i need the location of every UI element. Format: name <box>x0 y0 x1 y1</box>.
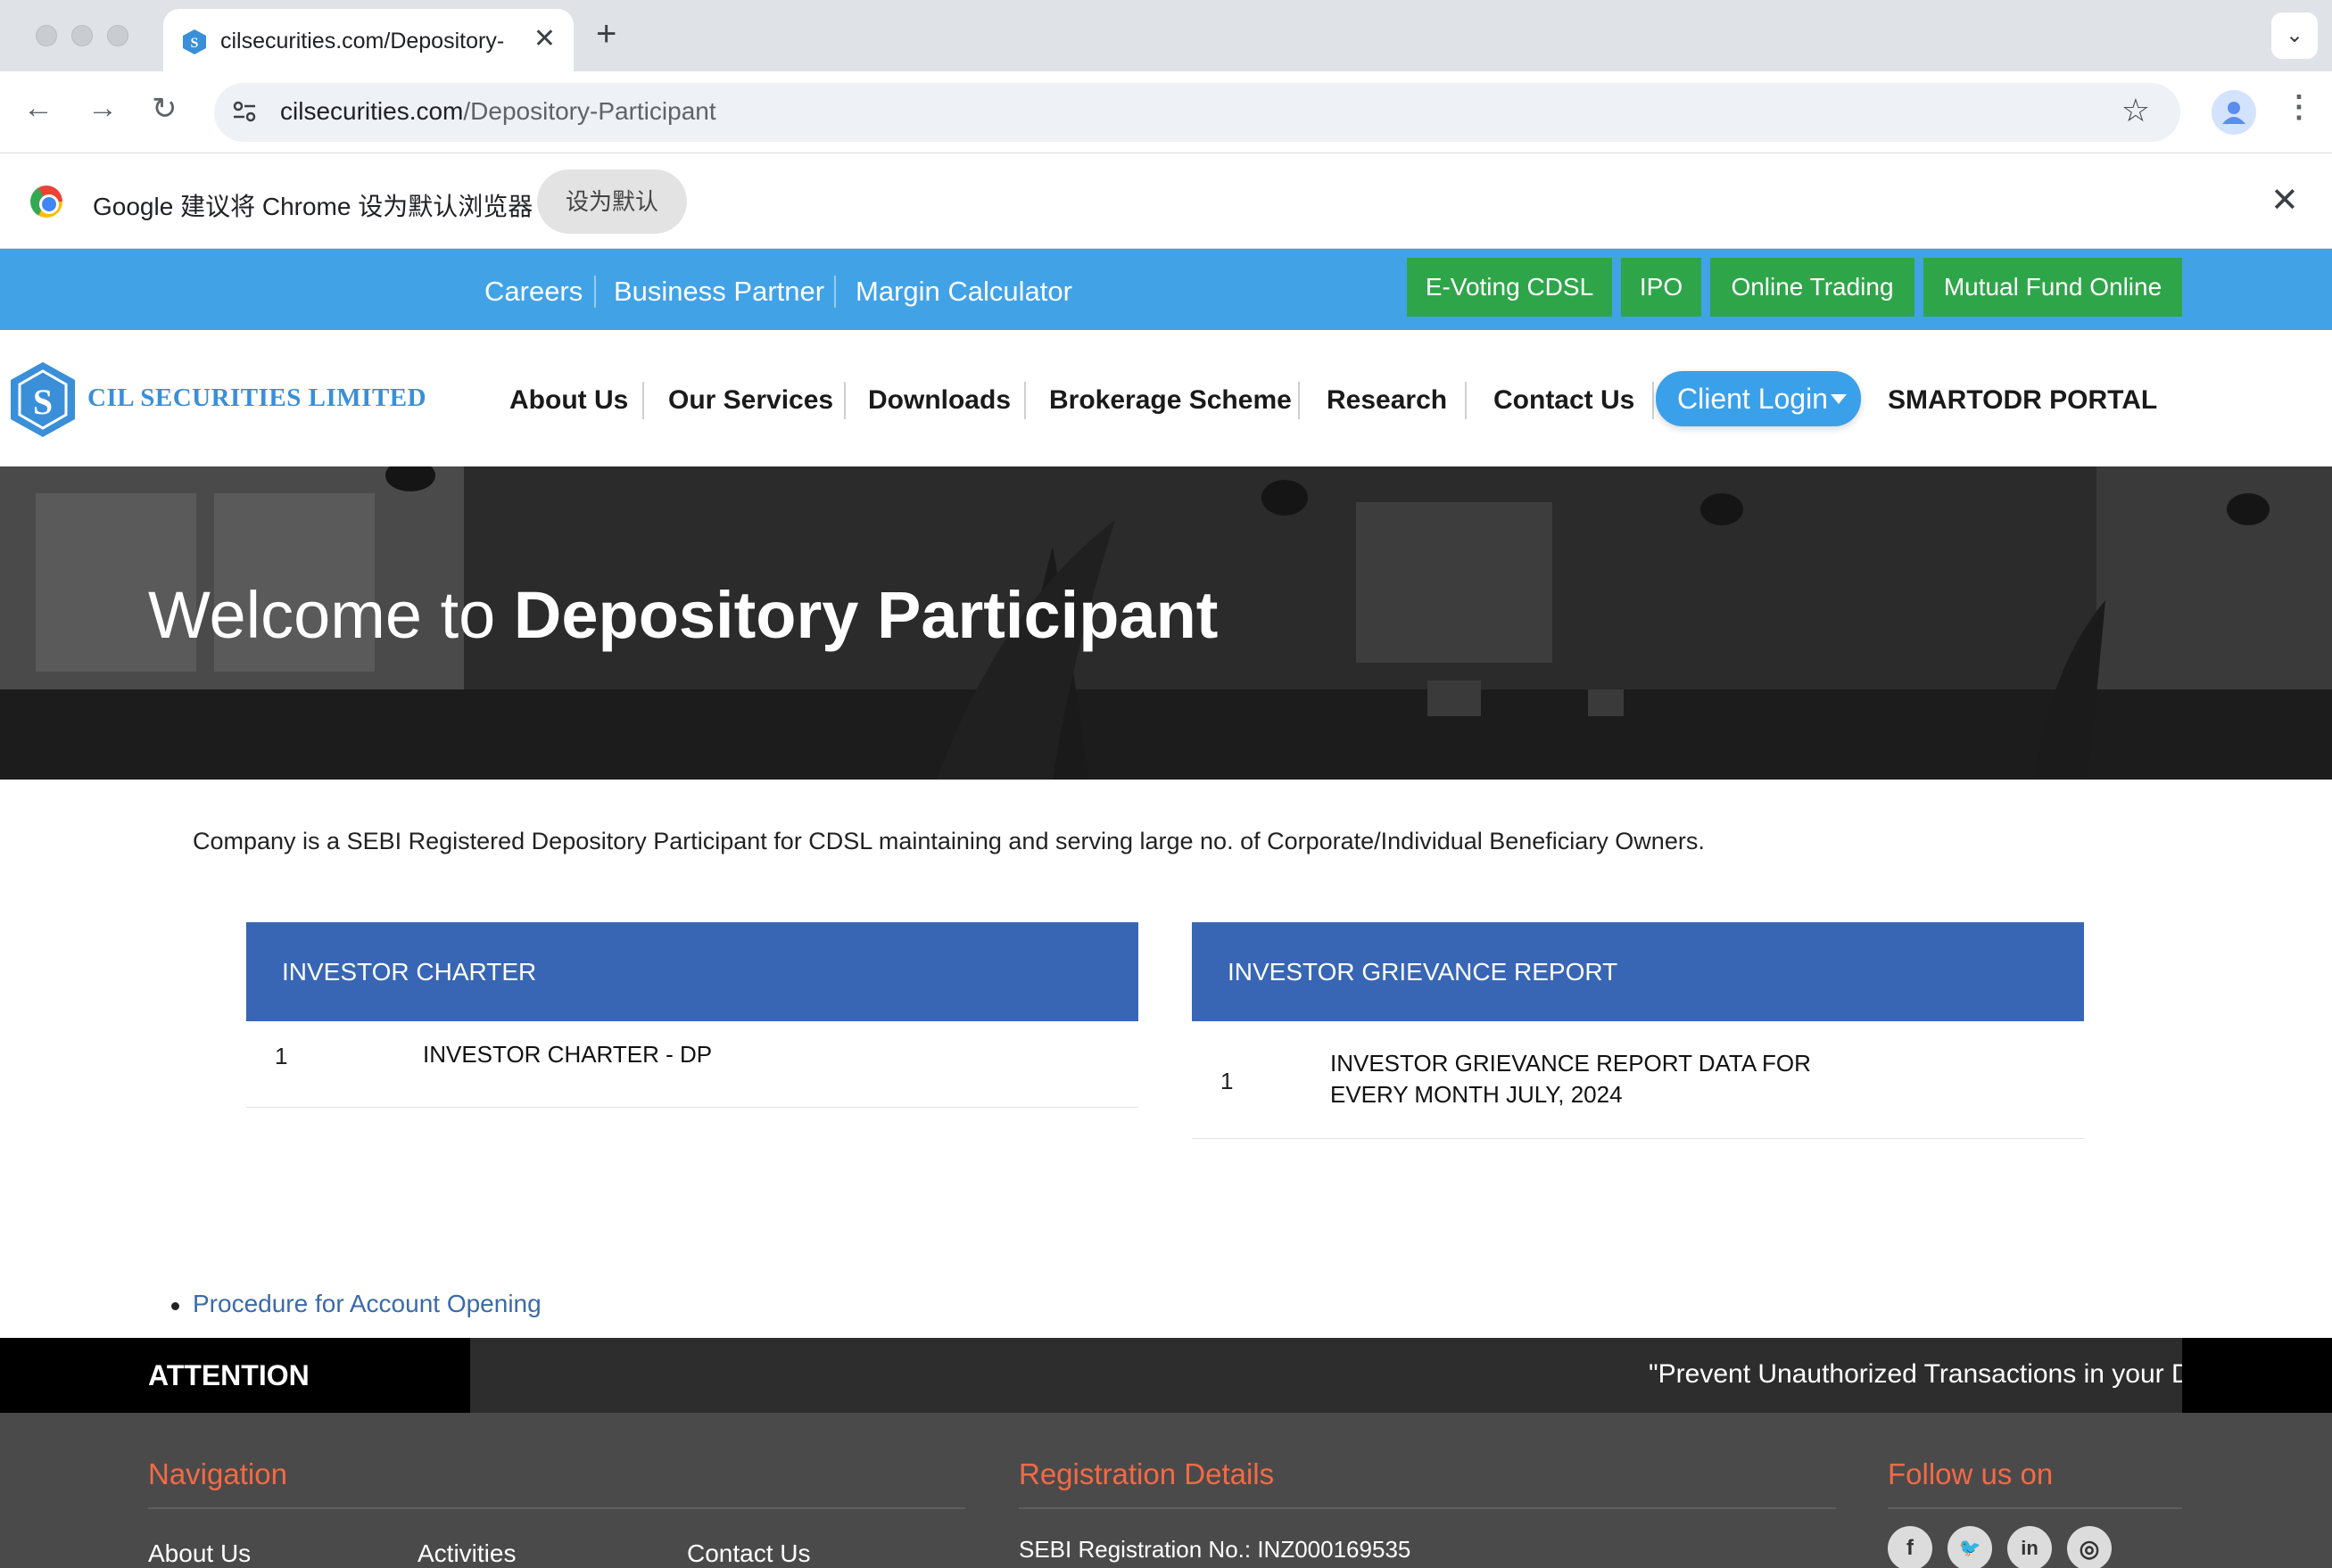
profile-person-icon <box>2222 102 2245 124</box>
row-number: 1 <box>1220 1068 1234 1094</box>
topbar-divider <box>834 276 836 308</box>
address-bar[interactable]: cilsecurities.com/Depository-Participant… <box>214 83 2180 142</box>
twitter-icon[interactable]: 🐦 <box>1947 1526 1992 1568</box>
attention-investor-bar: ATTENTION INVESTOR: "Prevent Unauthorize… <box>0 1338 2332 1466</box>
nav-brokerage-scheme[interactable]: Brokerage Scheme <box>1049 385 1292 416</box>
profile-avatar[interactable] <box>2212 90 2256 135</box>
grievance-report-link[interactable]: INVESTOR GRIEVANCE REPORT DATA FOR EVERY… <box>1330 1048 1811 1110</box>
nav-smartodr-portal[interactable]: SMARTODR PORTAL <box>1888 385 2157 416</box>
hero-banner: Welcome to Depository Participant <box>0 466 2332 780</box>
footer-divider <box>1888 1507 2182 1509</box>
attention-ticker: "Prevent Unauthorized Transactions in yo… <box>1649 1359 2182 1389</box>
careers-link[interactable]: Careers <box>484 276 583 308</box>
hero-title: Welcome to Depository Participant <box>148 577 1218 653</box>
client-login-dropdown[interactable]: Client Login <box>1656 371 1861 426</box>
intro-paragraph: Company is a SEBI Registered Depository … <box>193 828 1705 854</box>
footer-registration-heading: Registration Details <box>1019 1457 1275 1490</box>
hero-title-prefix: Welcome to <box>148 578 496 652</box>
bookmark-star-icon[interactable]: ☆ <box>2121 92 2150 129</box>
tab-search-button[interactable]: ⌄ <box>2271 12 2318 59</box>
table-row[interactable]: 1 INVESTOR GRIEVANCE REPORT DATA FOR EVE… <box>1192 1021 2084 1139</box>
footer-divider <box>1019 1507 1836 1509</box>
site-info-icon[interactable] <box>230 97 259 126</box>
attention-label: ATTENTION INVESTOR: <box>0 1338 470 1466</box>
svg-text:S: S <box>191 36 199 51</box>
tab-close-icon[interactable]: ✕ <box>533 23 556 54</box>
infobar-close-icon[interactable]: ✕ <box>2270 180 2299 220</box>
nav-about-us[interactable]: About Us <box>509 385 628 416</box>
nav-divider <box>844 382 846 419</box>
ipo-button[interactable]: IPO <box>1621 258 1701 317</box>
nav-divider <box>1298 382 1300 419</box>
main-navigation: S CIL SECURITIES LIMITED About Us Our Se… <box>0 330 2332 466</box>
nav-our-services[interactable]: Our Services <box>668 385 833 416</box>
grievance-report-line-1: INVESTOR GRIEVANCE REPORT DATA FOR <box>1330 1050 1811 1077</box>
footer-about-us-link[interactable]: About Us <box>148 1539 251 1568</box>
browser-menu-icon[interactable]: ⋮ <box>2284 89 2314 125</box>
row-number: 1 <box>275 1043 288 1069</box>
procedure-account-opening-link[interactable]: Procedure for Account Opening <box>171 1290 542 1318</box>
investor-charter-dp-link[interactable]: INVESTOR CHARTER - DP <box>423 1039 712 1070</box>
instagram-icon[interactable]: ◎ <box>2067 1526 2112 1568</box>
chrome-logo-icon <box>30 186 62 218</box>
linkedin-icon[interactable]: in <box>2007 1526 2052 1568</box>
default-browser-infobar: Google 建议将 Chrome 设为默认浏览器 设为默认 ✕ <box>0 153 2332 249</box>
window-zoom-dot[interactable] <box>107 25 128 46</box>
panel-heading: INVESTOR GRIEVANCE REPORT <box>1192 922 2084 1021</box>
client-login-label: Client Login <box>1677 383 1828 415</box>
back-icon[interactable]: ← <box>23 91 54 126</box>
footer-contact-us-link[interactable]: Contact Us <box>687 1539 811 1568</box>
footer-follow-heading: Follow us on <box>1888 1457 2054 1490</box>
margin-calculator-link[interactable]: Margin Calculator <box>856 276 1072 308</box>
nav-divider <box>1465 382 1467 419</box>
investor-grievance-panel: INVESTOR GRIEVANCE REPORT 1 INVESTOR GRI… <box>1192 922 2084 1139</box>
new-tab-button[interactable]: + <box>596 14 616 54</box>
tab-title: cilsecurities.com/Depository- <box>220 29 505 54</box>
sebi-registration-text: SEBI Registration No.: INZ000169535 <box>1019 1536 1411 1563</box>
business-partner-link[interactable]: Business Partner <box>614 276 824 308</box>
company-logo-text[interactable]: CIL SECURITIES LIMITED <box>87 384 426 413</box>
ticker-end-mask <box>2182 1338 2332 1413</box>
browser-tab-bar: S cilsecurities.com/Depository- ✕ + ⌄ <box>0 0 2332 71</box>
window-minimize-dot[interactable] <box>71 25 93 46</box>
nav-divider <box>1024 382 1026 419</box>
browser-toolbar: ← → ↻ cilsecurities.com/Depository-Parti… <box>0 71 2332 153</box>
footer-activities-link[interactable]: Activities <box>418 1539 516 1568</box>
site-favicon-icon: S <box>183 29 206 54</box>
nav-downloads[interactable]: Downloads <box>868 385 1011 416</box>
set-default-button[interactable]: 设为默认 <box>537 169 687 234</box>
nav-research[interactable]: Research <box>1327 385 1447 416</box>
forward-icon[interactable]: → <box>87 91 118 126</box>
url-path: /Depository-Participant <box>463 97 716 125</box>
mutual-fund-online-button[interactable]: Mutual Fund Online <box>1923 258 2182 317</box>
e-voting-cdsl-button[interactable]: E-Voting CDSL <box>1407 258 1612 317</box>
site-footer: Navigation About Us Activities Contact U… <box>0 1413 2332 1568</box>
online-trading-button[interactable]: Online Trading <box>1710 258 1914 317</box>
nav-contact-us[interactable]: Contact Us <box>1493 385 1634 416</box>
company-logo-icon[interactable]: S <box>9 360 77 439</box>
footer-divider <box>148 1507 965 1509</box>
facebook-icon[interactable]: f <box>1888 1526 1932 1568</box>
grievance-report-line-2: EVERY MONTH JULY, 2024 <box>1330 1081 1623 1108</box>
reload-icon[interactable]: ↻ <box>152 91 178 127</box>
caret-down-icon <box>1831 394 1847 404</box>
investor-charter-panel: INVESTOR CHARTER 1 INVESTOR CHARTER - DP <box>246 922 1138 1108</box>
infobar-message: Google 建议将 Chrome 设为默认浏览器 <box>93 193 533 220</box>
topbar-divider <box>594 276 596 308</box>
hero-title-bold: Depository Participant <box>513 578 1219 652</box>
panel-heading: INVESTOR CHARTER <box>246 922 1138 1021</box>
url-text: cilsecurities.com/Depository-Participant <box>280 97 716 126</box>
footer-navigation-heading: Navigation <box>148 1457 287 1490</box>
window-close-dot[interactable] <box>36 25 57 46</box>
nav-divider <box>642 382 644 419</box>
nav-divider <box>1652 382 1654 419</box>
browser-tab-active[interactable]: S cilsecurities.com/Depository- ✕ <box>163 9 574 71</box>
svg-text:S: S <box>33 382 53 422</box>
table-row[interactable]: 1 INVESTOR CHARTER - DP <box>246 1021 1138 1108</box>
url-domain: cilsecurities.com <box>280 97 464 125</box>
site-top-bar: Careers Business Partner Margin Calculat… <box>0 249 2332 330</box>
